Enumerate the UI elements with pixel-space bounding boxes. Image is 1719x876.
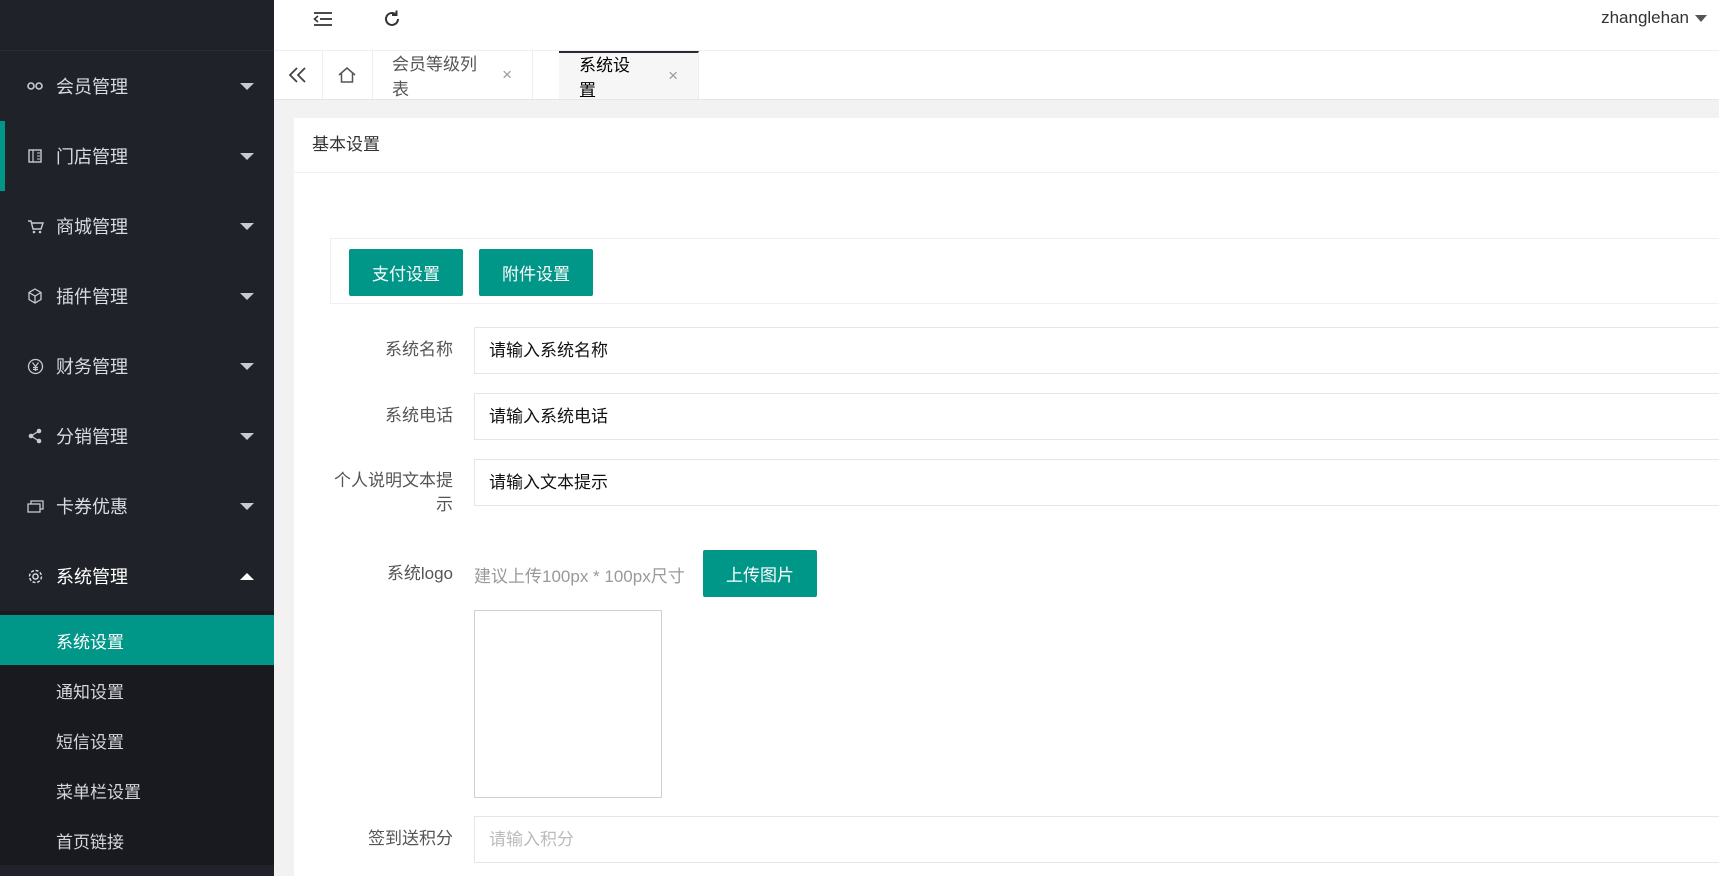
chevron-down-icon <box>240 82 254 90</box>
gear-icon <box>26 567 44 585</box>
submenu-item-notify-settings[interactable]: 通知设置 <box>0 665 274 715</box>
logo-size-hint: 建议上传100px * 100px尺寸 <box>474 567 685 586</box>
store-icon <box>26 147 44 165</box>
sidebar-item-distribution[interactable]: 分销管理 <box>0 401 274 471</box>
sidebar-item-label: 商城管理 <box>56 217 128 237</box>
tabs-scroll-left-icon[interactable] <box>274 51 323 99</box>
card-title: 基本设置 <box>294 118 1719 173</box>
system-logo-label: 系统logo <box>386 564 453 583</box>
sidebar-item-label: 分销管理 <box>56 427 128 447</box>
tab-member-levels[interactable]: 会员等级列表 × <box>372 51 533 99</box>
tab-label: 系统设置 <box>579 56 630 100</box>
form-row-system-phone: 系统电话 <box>330 393 1719 440</box>
sidebar-item-label: 插件管理 <box>56 287 128 307</box>
attachment-settings-button[interactable]: 附件设置 <box>479 249 593 296</box>
sign-points-input[interactable] <box>474 816 1719 863</box>
close-icon[interactable]: × <box>668 66 678 86</box>
upload-image-button[interactable]: 上传图片 <box>703 550 817 597</box>
home-tab-icon[interactable] <box>322 51 373 99</box>
pay-settings-button[interactable]: 支付设置 <box>349 249 463 296</box>
personal-text-input[interactable] <box>474 459 1719 506</box>
members-icon <box>26 77 44 95</box>
form-row-personal-text: 个人说明文本提示 <box>330 459 1719 515</box>
cube-icon <box>26 287 44 305</box>
form-row-sign-points: 签到送积分 <box>330 816 1719 863</box>
coupon-icon <box>26 497 44 515</box>
chevron-up-icon <box>240 572 254 580</box>
sidebar-item-label: 门店管理 <box>56 147 128 167</box>
sign-points-label: 签到送积分 <box>368 829 453 848</box>
top-header: zhanglehan <box>274 0 1719 50</box>
chevron-down-icon <box>240 152 254 160</box>
personal-text-label: 个人说明文本提示 <box>334 471 453 514</box>
menu-fold-icon[interactable] <box>312 8 334 30</box>
system-submenu: 系统设置 通知设置 短信设置 菜单栏设置 首页链接 <box>0 611 274 865</box>
chevron-down-icon <box>240 222 254 230</box>
submenu-item-menu-settings[interactable]: 菜单栏设置 <box>0 765 274 815</box>
system-phone-input[interactable] <box>474 393 1719 440</box>
sidebar-item-system[interactable]: 系统管理 <box>0 541 274 611</box>
chevron-down-icon <box>240 362 254 370</box>
chevron-down-icon <box>240 502 254 510</box>
cart-icon <box>26 217 44 235</box>
sidebar-item-label: 系统管理 <box>56 567 128 587</box>
submenu-item-home-links[interactable]: 首页链接 <box>0 815 274 865</box>
sidebar-item-finance[interactable]: 财务管理 <box>0 331 274 401</box>
sidebar-item-coupons[interactable]: 卡券优惠 <box>0 471 274 541</box>
settings-button-row: 支付设置 附件设置 <box>330 238 1719 304</box>
submenu-item-system-settings[interactable]: 系统设置 <box>0 615 274 665</box>
yen-icon <box>26 357 44 375</box>
submenu-item-sms-settings[interactable]: 短信设置 <box>0 715 274 765</box>
form-row-system-logo: 系统logo 建议上传100px * 100px尺寸 上传图片 <box>330 550 1719 798</box>
logo-preview-box[interactable] <box>474 610 662 798</box>
refresh-icon[interactable] <box>381 8 403 30</box>
chevron-down-icon <box>1695 14 1707 22</box>
form-row-system-name: 系统名称 <box>330 327 1719 374</box>
settings-card: 基本设置 支付设置 附件设置 系统名称 系统电话 个人说明文本提示 系统logo… <box>294 118 1719 876</box>
close-icon[interactable]: × <box>502 65 512 85</box>
chevron-down-icon <box>240 292 254 300</box>
system-name-input[interactable] <box>474 327 1719 374</box>
sidebar-item-store[interactable]: 门店管理 <box>0 121 274 191</box>
sidebar-item-mall[interactable]: 商城管理 <box>0 191 274 261</box>
system-name-label: 系统名称 <box>385 340 453 359</box>
system-phone-label: 系统电话 <box>385 406 453 425</box>
sidebar-logo-area <box>0 0 274 51</box>
tab-label: 会员等级列表 <box>392 55 477 99</box>
user-menu[interactable]: zhanglehan <box>1601 8 1707 28</box>
sidebar-item-label: 财务管理 <box>56 357 128 377</box>
sidebar-item-plugins[interactable]: 插件管理 <box>0 261 274 331</box>
sidebar-item-label: 卡券优惠 <box>56 497 128 517</box>
sidebar-item-label: 会员管理 <box>56 77 128 97</box>
chevron-down-icon <box>240 432 254 440</box>
sidebar-item-members[interactable]: 会员管理 <box>0 51 274 121</box>
share-icon <box>26 427 44 445</box>
sidebar: 会员管理 门店管理 商城管理 插件管理 财务管理 分销管理 卡券优惠 系统管理 … <box>0 0 274 876</box>
tabs-bar: 会员等级列表 × 系统设置 × <box>274 50 1719 100</box>
user-name: zhanglehan <box>1601 8 1689 27</box>
tab-system-settings[interactable]: 系统设置 × <box>559 51 699 100</box>
